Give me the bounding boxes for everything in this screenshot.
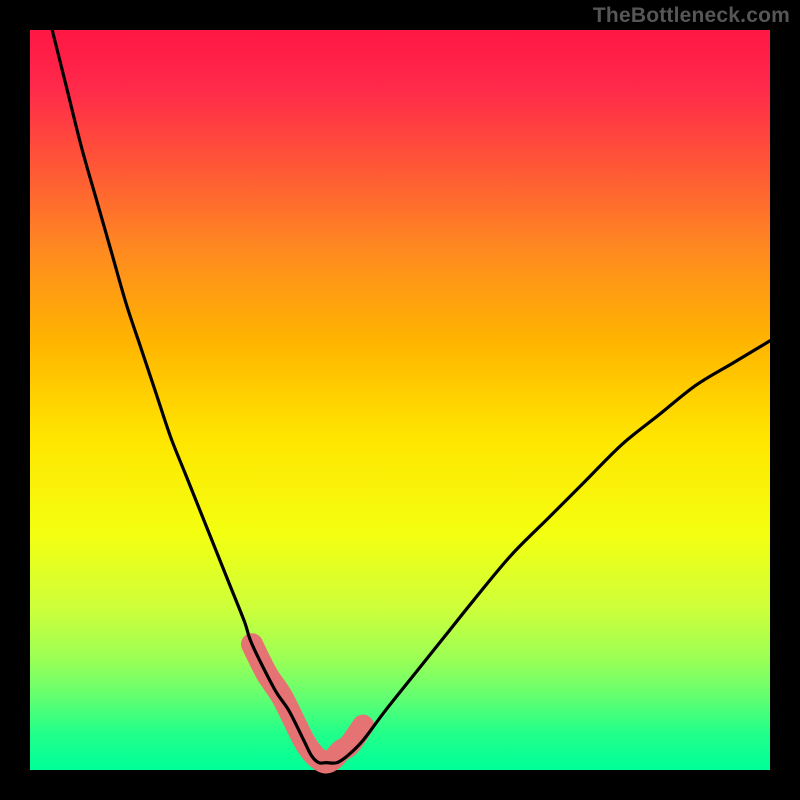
chart-svg: [30, 30, 770, 770]
bottleneck-curve: [52, 30, 770, 763]
attribution-text: TheBottleneck.com: [593, 4, 790, 28]
highlight-band: [242, 634, 373, 762]
chart-frame: TheBottleneck.com: [0, 0, 800, 800]
